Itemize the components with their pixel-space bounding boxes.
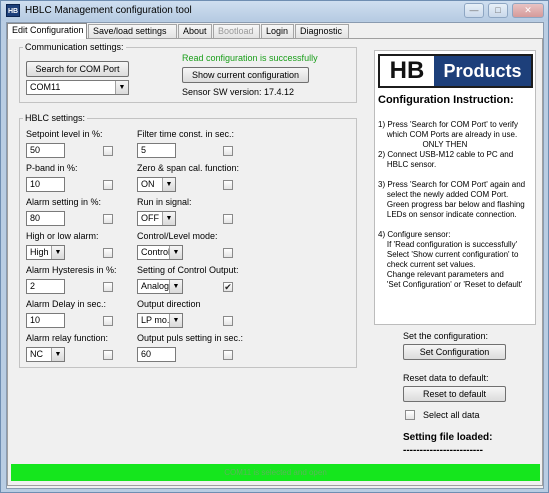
output-puls-input[interactable]: 60 [137, 347, 176, 362]
setpoint-checkbox[interactable] [103, 146, 113, 156]
control-output-checkbox[interactable]: ✔ [223, 282, 233, 292]
tab-save-load-settings[interactable]: Save/load settings [88, 24, 177, 38]
instruction-body: 1) Press 'Search for COM Port' to verify… [378, 120, 526, 289]
output-direction-checkbox[interactable] [223, 316, 233, 326]
instruction-title: Configuration Instruction: [378, 94, 514, 106]
zero-span-value: ON [141, 179, 155, 189]
app-window: HB HBLC Management configuration tool — … [0, 0, 549, 493]
tab-diagnostic[interactable]: Diagnostic [295, 24, 349, 38]
select-all-checkbox[interactable] [405, 410, 415, 420]
instruction-panel: HB Products Configuration Instruction: 1… [374, 50, 536, 325]
reset-to-default-button[interactable]: Reset to default [403, 386, 506, 402]
select-all-label: Select all data [423, 410, 480, 420]
zero-span-checkbox[interactable] [223, 180, 233, 190]
filter-time-label: Filter time const. in sec.: [137, 129, 235, 139]
control-level-mode-label: Control/Level mode: [137, 231, 218, 241]
tab-login[interactable]: Login [261, 24, 294, 38]
logo-products-text: Products [434, 56, 531, 86]
output-direction-select[interactable]: LP mo... ▼ [137, 313, 183, 328]
alarm-setting-checkbox[interactable] [103, 214, 113, 224]
alarm-relay-checkbox[interactable] [103, 350, 113, 360]
communication-group-label: Communication settings: [23, 42, 126, 52]
search-com-port-button[interactable]: Search for COM Port [26, 61, 129, 77]
output-direction-label: Output direction [137, 299, 201, 309]
run-in-signal-select[interactable]: OFF ▼ [137, 211, 176, 226]
show-current-configuration-button[interactable]: Show current configuration [182, 67, 309, 83]
sensor-sw-version: Sensor SW version: 17.4.12 [182, 87, 295, 97]
high-low-alarm-label: High or low alarm: [26, 231, 99, 241]
alarm-delay-label: Alarm Delay in sec.: [26, 299, 107, 309]
chevron-down-icon: ▼ [169, 314, 182, 327]
filter-time-checkbox[interactable] [223, 146, 233, 156]
minimize-button[interactable]: — [464, 3, 484, 18]
setpoint-input[interactable]: 50 [26, 143, 65, 158]
title-bar: HB HBLC Management configuration tool — … [1, 1, 548, 21]
high-low-alarm-checkbox[interactable] [103, 248, 113, 258]
alarm-hysteresis-checkbox[interactable] [103, 282, 113, 292]
alarm-hysteresis-label: Alarm Hysteresis in %: [26, 265, 117, 275]
window-title: HBLC Management configuration tool [25, 5, 192, 16]
output-puls-label: Output puls setting in sec.: [137, 333, 244, 343]
chevron-down-icon: ▼ [51, 246, 64, 259]
tab-edit-configuration[interactable]: Edit Configuration [7, 23, 87, 39]
com-port-select[interactable]: COM11 ▼ [26, 80, 129, 95]
zero-span-select[interactable]: ON ▼ [137, 177, 176, 192]
alarm-setting-input[interactable]: 80 [26, 211, 65, 226]
setpoint-label: Setpoint level in %: [26, 129, 103, 139]
control-level-mode-value: Control [141, 247, 171, 257]
output-puls-checkbox[interactable] [223, 350, 233, 360]
chevron-down-icon: ▼ [162, 178, 175, 191]
filter-time-input[interactable]: 5 [137, 143, 176, 158]
alarm-hysteresis-input[interactable]: 2 [26, 279, 65, 294]
close-button[interactable]: ✕ [512, 3, 544, 18]
chevron-down-icon: ▼ [169, 246, 182, 259]
control-level-mode-select[interactable]: Control ▼ [137, 245, 183, 260]
setting-file-loaded-label: Setting file loaded: [403, 432, 493, 443]
hblc-settings-label: HBLC settings: [23, 113, 88, 123]
high-low-alarm-select[interactable]: High ▼ [26, 245, 65, 260]
alarm-delay-input[interactable]: 10 [26, 313, 65, 328]
maximize-button[interactable]: □ [488, 3, 508, 18]
logo-hb-text: HB [380, 56, 434, 86]
run-in-signal-label: Run in signal: [137, 197, 192, 207]
zero-span-label: Zero & span cal. function: [137, 163, 240, 173]
control-level-mode-checkbox[interactable] [223, 248, 233, 258]
run-in-signal-value: OFF [141, 213, 159, 223]
reset-default-label: Reset data to default: [403, 373, 489, 383]
high-low-alarm-value: High [30, 247, 49, 257]
alarm-relay-select[interactable]: NC ▼ [26, 347, 65, 362]
alarm-delay-checkbox[interactable] [103, 316, 113, 326]
setting-file-name: ------------------------ [403, 445, 483, 456]
alarm-relay-label: Alarm relay function: [26, 333, 109, 343]
alarm-relay-value: NC [30, 349, 43, 359]
alarm-setting-label: Alarm setting in %: [26, 197, 102, 207]
chevron-down-icon: ▼ [51, 348, 64, 361]
hb-products-logo: HB Products [378, 54, 533, 88]
com-port-value: COM11 [30, 82, 61, 92]
pband-label: P-band in %: [26, 163, 78, 173]
control-output-select[interactable]: Analog 4-... ▼ [137, 279, 183, 294]
pband-input[interactable]: 10 [26, 177, 65, 192]
app-logo-icon: HB [6, 4, 20, 17]
tab-about[interactable]: About [178, 24, 212, 38]
hblc-settings-group [19, 118, 357, 368]
run-in-signal-checkbox[interactable] [223, 214, 233, 224]
chevron-down-icon: ▼ [115, 81, 128, 94]
tab-bootload[interactable]: Bootload [213, 24, 260, 38]
connection-progress-bar: COM11 is selected and open [11, 464, 540, 481]
chevron-down-icon: ▼ [162, 212, 175, 225]
read-status-text: Read configuration is successfully [182, 53, 318, 63]
set-configuration-button[interactable]: Set Configuration [403, 344, 506, 360]
pband-checkbox[interactable] [103, 180, 113, 190]
control-output-label: Setting of Control Output: [137, 265, 239, 275]
chevron-down-icon: ▼ [169, 280, 182, 293]
set-configuration-label: Set the configuration: [403, 331, 489, 341]
